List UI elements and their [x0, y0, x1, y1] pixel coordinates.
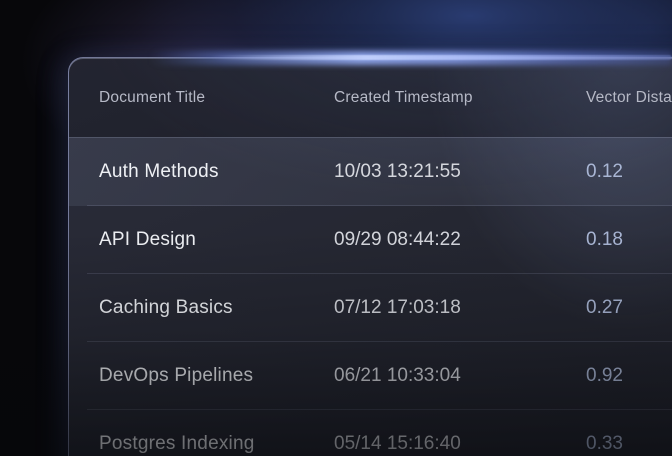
table-body: Auth Methods 10/03 13:21:55 0.12 API Des… [69, 138, 672, 456]
cell-document-title: DevOps Pipelines [99, 365, 334, 387]
cell-document-title: Auth Methods [99, 161, 334, 183]
table-row[interactable]: Caching Basics 07/12 17:03:18 0.27 [69, 274, 672, 342]
table-card: Document Title Created Timestamp Vector … [68, 57, 672, 456]
cell-vector-distance: 0.92 [586, 365, 672, 387]
cell-vector-distance: 0.18 [586, 229, 672, 251]
table-row[interactable]: Auth Methods 10/03 13:21:55 0.12 [69, 138, 672, 206]
cell-document-title: Postgres Indexing [99, 433, 334, 455]
cell-vector-distance: 0.27 [586, 297, 672, 319]
background: Document Title Created Timestamp Vector … [0, 0, 672, 456]
cell-created-timestamp: 07/12 17:03:18 [334, 297, 586, 319]
cell-created-timestamp: 10/03 13:21:55 [334, 161, 586, 183]
cell-document-title: API Design [99, 229, 334, 251]
column-header-document-title: Document Title [99, 89, 334, 107]
column-header-created-timestamp: Created Timestamp [334, 89, 586, 107]
table-header-row: Document Title Created Timestamp Vector … [69, 58, 672, 138]
cell-vector-distance: 0.12 [586, 161, 672, 183]
cell-vector-distance: 0.33 [586, 433, 672, 455]
cell-created-timestamp: 09/29 08:44:22 [334, 229, 586, 251]
column-header-vector-distance: Vector Distance [586, 89, 672, 107]
table-row[interactable]: Postgres Indexing 05/14 15:16:40 0.33 [69, 410, 672, 456]
cell-created-timestamp: 06/21 10:33:04 [334, 365, 586, 387]
table-row[interactable]: API Design 09/29 08:44:22 0.18 [69, 206, 672, 274]
table-row[interactable]: DevOps Pipelines 06/21 10:33:04 0.92 [69, 342, 672, 410]
cell-document-title: Caching Basics [99, 297, 334, 319]
cell-created-timestamp: 05/14 15:16:40 [334, 433, 586, 455]
